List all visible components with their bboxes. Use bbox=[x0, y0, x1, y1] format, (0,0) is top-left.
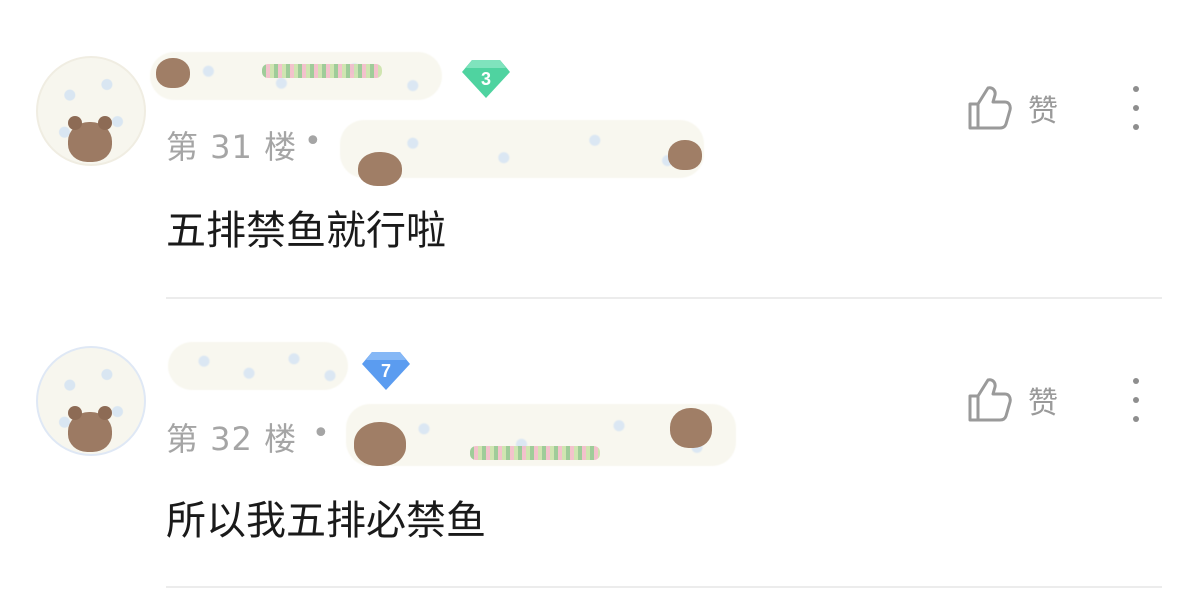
comment-item: 3 第 31 楼 • 五排禁鱼就行啦 赞 bbox=[0, 0, 1200, 300]
level-badge-number: 3 bbox=[480, 68, 491, 89]
like-label: 赞 bbox=[1028, 94, 1058, 129]
bear-decoration-icon bbox=[156, 58, 190, 88]
level-badge-number: 7 bbox=[380, 360, 391, 381]
username-obscured[interactable] bbox=[168, 342, 348, 390]
bear-decoration-icon bbox=[358, 152, 402, 186]
bear-decoration-icon bbox=[354, 422, 406, 466]
comment-item: 7 第 32 楼 • 所以我五排必禁鱼 赞 bbox=[0, 300, 1200, 608]
flower-decoration-icon bbox=[262, 64, 382, 78]
thumbs-up-icon bbox=[968, 86, 1012, 130]
bear-avatar-icon bbox=[68, 406, 112, 452]
comment-text: 所以我五排必禁鱼 bbox=[166, 498, 486, 544]
like-button[interactable]: 赞 bbox=[966, 84, 1058, 132]
bear-avatar-icon bbox=[68, 116, 112, 162]
more-options-button[interactable] bbox=[1126, 378, 1146, 422]
divider bbox=[166, 586, 1162, 588]
bear-decoration-icon bbox=[668, 140, 702, 170]
meta-separator: • bbox=[312, 416, 330, 451]
divider bbox=[166, 297, 1162, 299]
more-options-button[interactable] bbox=[1126, 86, 1146, 130]
like-button[interactable]: 赞 bbox=[966, 376, 1058, 424]
comment-text: 五排禁鱼就行啦 bbox=[166, 208, 446, 254]
level-badge: 3 bbox=[460, 58, 512, 100]
more-vertical-icon bbox=[1133, 86, 1139, 92]
thumbs-up-icon bbox=[968, 378, 1012, 422]
meta-separator: • bbox=[304, 124, 322, 159]
more-vertical-icon bbox=[1133, 378, 1139, 384]
level-badge: 7 bbox=[360, 350, 412, 392]
avatar[interactable] bbox=[36, 56, 146, 166]
avatar[interactable] bbox=[36, 346, 146, 456]
like-label: 赞 bbox=[1028, 386, 1058, 421]
flower-decoration-icon bbox=[470, 446, 600, 460]
floor-label: 第 32 楼 bbox=[166, 420, 298, 458]
floor-label: 第 31 楼 bbox=[166, 128, 298, 166]
bear-decoration-icon bbox=[670, 408, 712, 448]
